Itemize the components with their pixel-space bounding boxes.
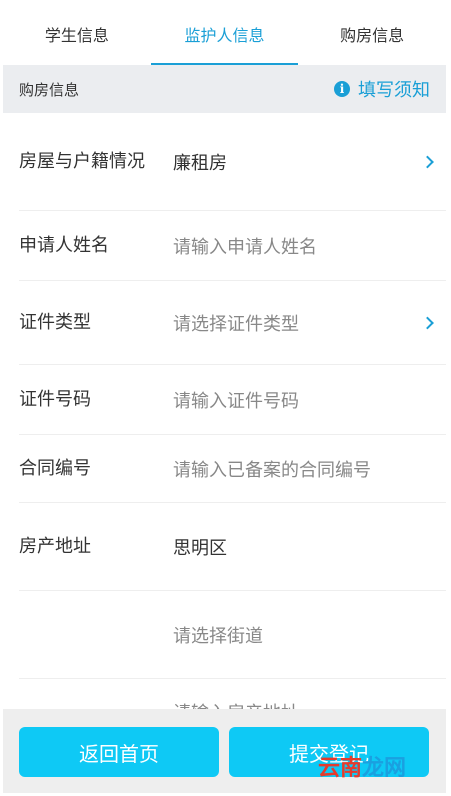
notice-link[interactable]: i 填写须知 bbox=[334, 76, 430, 102]
applicant-name-label: 申请人姓名 bbox=[19, 235, 109, 256]
page: 学生信息 监护人信息 购房信息 购房信息 i 填写须知 房屋与户籍情况 廉租房 … bbox=[3, 3, 446, 793]
tab-guardian-info[interactable]: 监护人信息 bbox=[150, 3, 299, 65]
property-district-value[interactable]: 思明区 bbox=[173, 534, 446, 560]
id-type-row[interactable]: 证件类型 请选择证件类型 bbox=[19, 281, 446, 365]
housing-status-value: 廉租房 bbox=[173, 152, 227, 174]
housing-status-row[interactable]: 房屋与户籍情况 廉租房 bbox=[19, 113, 446, 211]
tab-purchase-info[interactable]: 购房信息 bbox=[298, 3, 446, 65]
tab-bar: 学生信息 监护人信息 购房信息 bbox=[3, 3, 446, 65]
street-select[interactable]: 请选择街道 bbox=[173, 622, 446, 648]
contract-number-label: 合同编号 bbox=[19, 458, 91, 479]
id-type-label: 证件类型 bbox=[19, 312, 91, 333]
notice-label: 填写须知 bbox=[358, 80, 430, 101]
property-address-label: 房产地址 bbox=[19, 536, 91, 557]
watermark-logo: 云南龙网 bbox=[318, 756, 407, 781]
id-number-row: 证件号码 请输入证件号码 bbox=[19, 365, 446, 435]
contract-number-row: 合同编号 请输入已备案的合同编号 bbox=[19, 435, 446, 503]
property-district-row[interactable]: 房产地址 思明区 bbox=[19, 503, 446, 591]
applicant-name-row: 申请人姓名 请输入申请人姓名 bbox=[19, 211, 446, 281]
property-street-row[interactable]: 请选择街道 bbox=[19, 591, 446, 679]
back-home-button[interactable]: 返回首页 bbox=[19, 727, 219, 777]
info-icon: i bbox=[334, 81, 350, 97]
id-number-label: 证件号码 bbox=[19, 389, 91, 410]
section-title: 购房信息 bbox=[19, 80, 80, 99]
id-type-select[interactable]: 请选择证件类型 bbox=[173, 310, 446, 336]
tab-student-info[interactable]: 学生信息 bbox=[3, 3, 151, 65]
section-header: 购房信息 i 填写须知 bbox=[3, 65, 446, 113]
housing-status-label: 房屋与户籍情况 bbox=[19, 151, 145, 172]
applicant-name-input[interactable]: 请输入申请人姓名 bbox=[173, 233, 446, 259]
contract-number-input[interactable]: 请输入已备案的合同编号 bbox=[173, 456, 446, 482]
id-number-input[interactable]: 请输入证件号码 bbox=[173, 387, 446, 413]
